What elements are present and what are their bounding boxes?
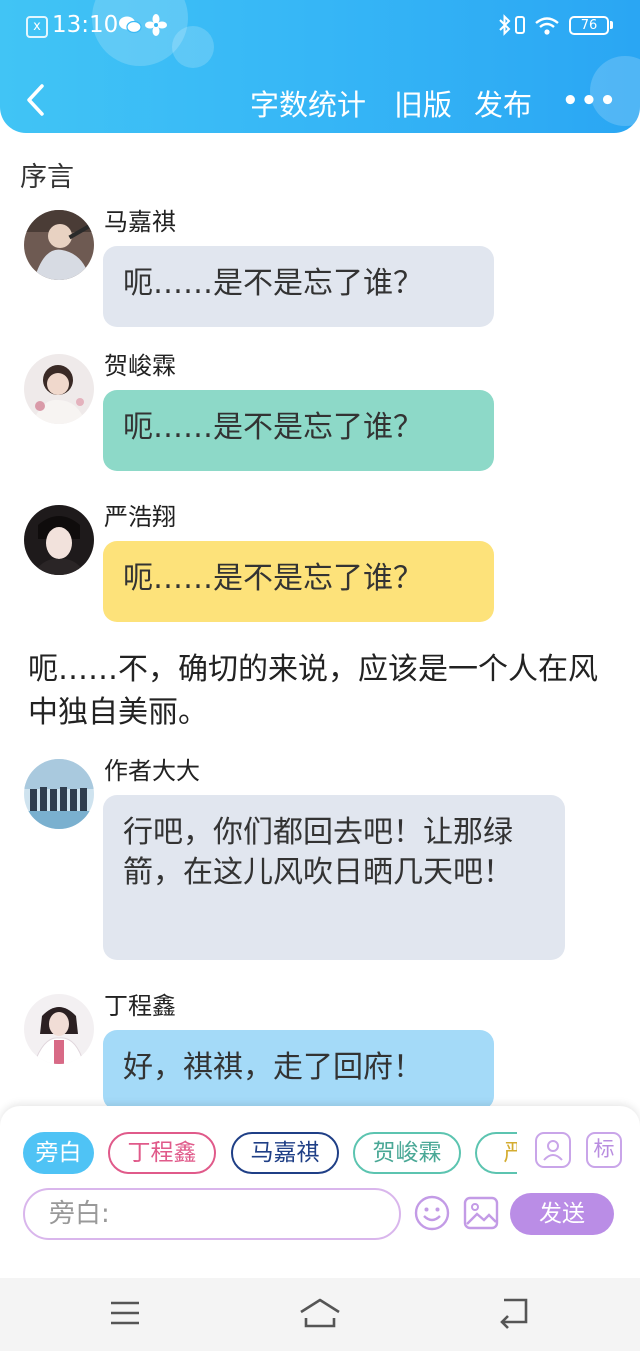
sender-name: 严浩翔 (104, 503, 176, 531)
bluetooth-icon (499, 14, 511, 36)
avatar[interactable] (24, 354, 94, 424)
role-chip-majiaqi[interactable]: 马嘉祺 (231, 1132, 339, 1174)
battery-tip (610, 21, 613, 29)
sender-name: 马嘉祺 (104, 208, 176, 236)
message-bubble[interactable]: 呃……是不是忘了谁？ (103, 541, 494, 622)
publish-button[interactable]: 发布 (474, 82, 532, 124)
back-arrow-icon[interactable] (22, 82, 50, 118)
back-nav-icon[interactable] (496, 1296, 532, 1330)
avatar[interactable] (24, 759, 94, 829)
role-chip-narrator[interactable]: 旁白 (23, 1132, 94, 1174)
role-chip-yanhaoxiang[interactable]: 严 (475, 1132, 517, 1174)
system-nav-bar (0, 1278, 640, 1351)
sender-name: 作者大大 (104, 757, 200, 785)
battery-indicator: 76 (569, 16, 609, 35)
status-bar: x 13:10 76 (0, 8, 640, 44)
menu-icon[interactable] (108, 1298, 142, 1328)
more-menu-button[interactable]: ••• (562, 86, 618, 116)
sender-name: 贺峻霖 (104, 352, 176, 380)
app-header: x 13:10 76 字数统计 旧版 发布 ••• (0, 0, 640, 133)
word-count-button[interactable]: 字数统计 (250, 82, 366, 124)
message-bubble[interactable]: 呃……是不是忘了谁？ (103, 246, 494, 327)
role-chip-hejunlin[interactable]: 贺峻霖 (353, 1132, 461, 1174)
old-version-button[interactable]: 旧版 (394, 82, 452, 124)
tag-button[interactable]: 标 (586, 1132, 622, 1168)
avatar[interactable] (24, 210, 94, 280)
wechat-icon (119, 16, 142, 34)
vibrate-icon (515, 16, 525, 34)
image-icon[interactable] (462, 1194, 500, 1232)
avatar[interactable] (24, 505, 94, 575)
chip-overflow: 严 (475, 1132, 517, 1174)
role-chip-dingchengxin[interactable]: 丁程鑫 (108, 1132, 216, 1174)
avatar[interactable] (24, 994, 94, 1064)
message-bubble[interactable]: 呃……是不是忘了谁？ (103, 390, 494, 471)
section-title: 序言 (20, 162, 74, 193)
nav-bar: 字数统计 旧版 发布 ••• (0, 72, 640, 128)
message-bubble[interactable]: 好，祺祺，走了回府！ (103, 1030, 494, 1110)
add-character-icon[interactable] (535, 1132, 571, 1168)
narration-text: 呃……不，确切的来说，应该是一个人在风中独自美丽。 (28, 652, 598, 730)
notification-icon: x (26, 16, 48, 38)
status-time: 13:10 (52, 12, 119, 38)
sender-name: 丁程鑫 (104, 992, 176, 1020)
wifi-icon (535, 17, 559, 35)
input-panel: 旁白 丁程鑫 马嘉祺 贺峻霖 严 标 旁白: 发送 (0, 1106, 640, 1278)
message-bubble[interactable]: 行吧，你们都回去吧！让那绿箭，在这儿风吹日晒几天吧！ (103, 795, 565, 960)
message-input[interactable]: 旁白: (23, 1188, 401, 1240)
emoji-icon[interactable] (413, 1194, 451, 1232)
home-icon[interactable] (298, 1296, 342, 1330)
fan-icon (145, 14, 167, 36)
send-button[interactable]: 发送 (510, 1193, 614, 1235)
